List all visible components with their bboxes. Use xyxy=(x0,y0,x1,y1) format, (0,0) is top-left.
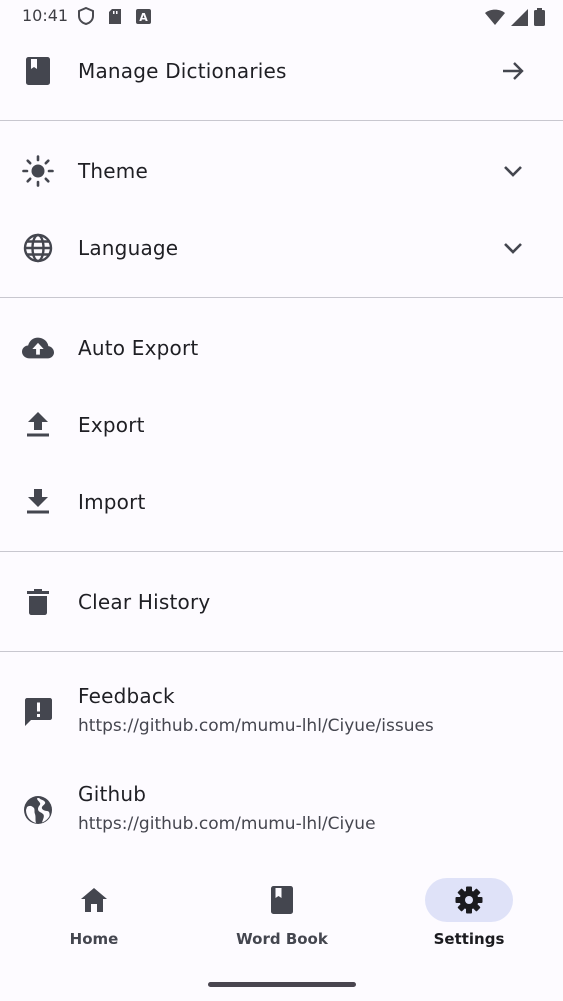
nav-label: Home xyxy=(69,930,119,948)
wifi-icon xyxy=(485,9,505,26)
feedback-label: Feedback xyxy=(78,684,175,708)
font-a-icon: A xyxy=(136,8,151,24)
github-url[interactable]: https://github.com/mumu-lhl/Ciyue xyxy=(78,814,376,834)
theme-label: Theme xyxy=(78,158,148,183)
feedback-url[interactable]: https://github.com/mumu-lhl/Ciyue/issues xyxy=(78,716,434,736)
language-item[interactable]: Language xyxy=(0,209,563,286)
nav-item-home[interactable]: Home xyxy=(29,878,159,958)
public-globe-icon xyxy=(22,794,54,826)
cloud-upload-icon xyxy=(22,332,54,364)
sun-icon xyxy=(22,154,54,187)
upload-icon xyxy=(22,409,54,441)
gesture-handle[interactable] xyxy=(208,982,356,987)
nav-indicator-active xyxy=(425,878,513,922)
divider xyxy=(0,651,563,652)
github-item[interactable]: Github https://github.com/mumu-lhl/Ciyue xyxy=(0,761,563,859)
bottom-navigation: Home Word Book Settings xyxy=(0,862,563,962)
divider xyxy=(0,120,563,121)
battery-icon xyxy=(534,8,545,26)
status-left-icons: A xyxy=(78,7,151,25)
clear-history-item[interactable]: Clear History xyxy=(0,563,563,640)
chevron-down-icon[interactable] xyxy=(499,234,527,262)
auto-export-label: Auto Export xyxy=(78,335,199,360)
nav-item-word-book[interactable]: Word Book xyxy=(217,878,347,958)
feedback-item[interactable]: Feedback https://github.com/mumu-lhl/Ciy… xyxy=(0,663,563,761)
nav-indicator xyxy=(238,878,326,922)
cell-signal-icon xyxy=(511,8,528,26)
download-icon xyxy=(22,486,54,518)
nav-label: Word Book xyxy=(236,930,328,948)
trash-icon xyxy=(22,586,54,618)
feedback-icon xyxy=(22,696,54,728)
github-label: Github xyxy=(78,782,147,806)
nav-label: Settings xyxy=(433,930,505,948)
import-item[interactable]: Import xyxy=(0,463,563,540)
gear-icon xyxy=(455,886,483,914)
settings-list: Manage Dictionaries Theme Language Auto … xyxy=(0,32,563,859)
nav-indicator xyxy=(50,878,138,922)
language-label: Language xyxy=(78,235,179,260)
nav-item-settings[interactable]: Settings xyxy=(404,878,534,958)
export-label: Export xyxy=(78,412,145,437)
auto-export-item[interactable]: Auto Export xyxy=(0,309,563,386)
manage-dictionaries-label: Manage Dictionaries xyxy=(78,58,287,83)
divider xyxy=(0,297,563,298)
home-icon xyxy=(81,888,107,912)
export-item[interactable]: Export xyxy=(0,386,563,463)
svg-text:A: A xyxy=(139,11,148,24)
book-icon xyxy=(271,886,293,914)
theme-item[interactable]: Theme xyxy=(0,132,563,209)
book-icon xyxy=(22,55,54,87)
shield-icon xyxy=(78,7,94,25)
clear-history-label: Clear History xyxy=(78,589,211,614)
globe-icon xyxy=(22,232,54,264)
sd-card-icon xyxy=(108,8,122,25)
status-bar: 10:41 A xyxy=(0,0,563,34)
status-right-icons xyxy=(485,8,545,26)
chevron-down-icon[interactable] xyxy=(499,157,527,185)
divider xyxy=(0,551,563,552)
status-time: 10:41 xyxy=(22,6,69,25)
manage-dictionaries-item[interactable]: Manage Dictionaries xyxy=(0,32,563,109)
import-label: Import xyxy=(78,489,146,514)
arrow-right-icon xyxy=(499,57,527,85)
